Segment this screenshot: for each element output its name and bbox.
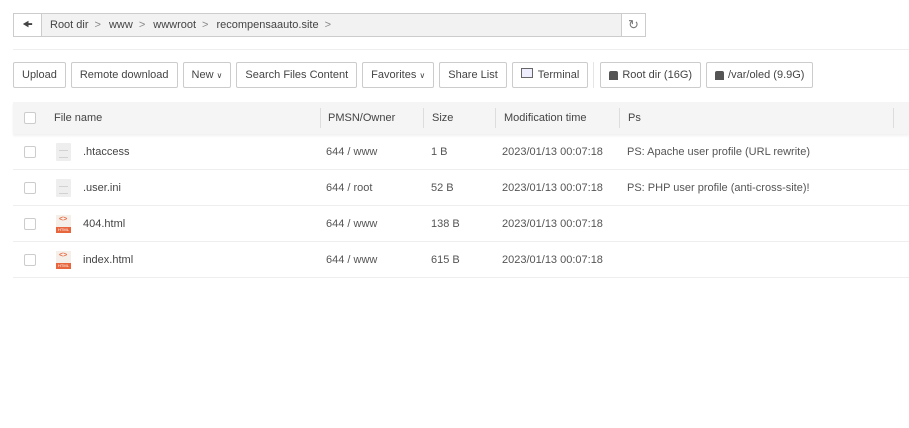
table-header: File name PMSN/Owner Size Modification t… xyxy=(13,102,909,134)
terminal-button[interactable]: Terminal xyxy=(511,62,589,88)
breadcrumb: Root dir > www > wwwroot > recompensaauto.s… xyxy=(42,19,621,31)
file-size: 1 B xyxy=(431,145,448,158)
toolbar: Upload Remote download New ∨ Search Files… xyxy=(13,62,818,88)
file-mtime: 2023/01/13 00:07:18 xyxy=(502,181,603,194)
new-button[interactable]: New ∨ xyxy=(182,62,232,88)
breadcrumb-item[interactable]: recompensaauto.site xyxy=(216,19,318,31)
file-ps[interactable]: PS: PHP user profile (anti-cross-site)! xyxy=(627,170,810,205)
text-file-icon xyxy=(56,143,71,161)
disk-label: Root dir (16G) xyxy=(622,69,693,81)
header-size[interactable]: Size xyxy=(432,102,453,134)
back-button[interactable]: 🠜 xyxy=(14,14,42,36)
file-permission[interactable]: 644 / www xyxy=(326,206,377,241)
breadcrumb-item[interactable]: www xyxy=(109,19,133,31)
html-file-icon: <> HTML xyxy=(56,215,71,233)
favorites-button[interactable]: Favorites ∨ xyxy=(362,62,435,88)
disk-label: /var/oled (9.9G) xyxy=(728,69,805,81)
file-mtime: 2023/01/13 00:07:18 xyxy=(502,145,603,158)
row-checkbox[interactable] xyxy=(24,145,36,158)
chevron-down-icon: ∨ xyxy=(216,70,223,80)
chevron-right-icon: > xyxy=(324,19,332,31)
file-permission[interactable]: 644 / root xyxy=(326,170,372,205)
header-permission[interactable]: PMSN/Owner xyxy=(328,102,395,134)
column-divider xyxy=(495,108,496,128)
file-permission[interactable]: 644 / www xyxy=(326,242,377,277)
file-mtime: 2023/01/13 00:07:18 xyxy=(502,253,603,266)
breadcrumb-item[interactable]: wwwroot xyxy=(153,19,196,31)
file-permission[interactable]: 644 / www xyxy=(326,134,377,169)
disk-root-button[interactable]: Root dir (16G) xyxy=(600,62,702,88)
file-size: 615 B xyxy=(431,253,460,266)
file-table: File name PMSN/Owner Size Modification t… xyxy=(13,102,909,278)
file-name[interactable]: 404.html xyxy=(83,206,125,241)
breadcrumb-item[interactable]: Root dir xyxy=(50,19,89,31)
column-divider xyxy=(619,108,620,128)
file-name[interactable]: .user.ini xyxy=(83,170,121,205)
disk-icon xyxy=(609,70,619,80)
chevron-right-icon: > xyxy=(94,19,101,31)
column-divider xyxy=(423,108,424,128)
header-modification-time[interactable]: Modification time xyxy=(504,102,587,134)
divider xyxy=(13,49,909,50)
terminal-icon xyxy=(520,68,533,78)
file-mtime: 2023/01/13 00:07:18 xyxy=(502,217,603,230)
refresh-icon: ↻ xyxy=(628,17,639,32)
select-all-checkbox[interactable] xyxy=(24,112,36,124)
row-checkbox[interactable] xyxy=(24,181,36,194)
search-files-content-button[interactable]: Search Files Content xyxy=(236,62,358,88)
path-bar: 🠜 Root dir > www > wwwroot > recompensaauto… xyxy=(13,13,646,37)
text-file-icon xyxy=(56,179,71,197)
row-checkbox[interactable] xyxy=(24,217,36,230)
terminal-label: Terminal xyxy=(537,69,580,81)
row-checkbox[interactable] xyxy=(24,253,36,266)
remote-download-button[interactable]: Remote download xyxy=(70,62,178,88)
table-row[interactable]: <> HTML 404.html 644 / www 138 B 2023/01/… xyxy=(13,206,909,242)
new-label: New xyxy=(191,69,214,81)
table-row[interactable]: .user.ini 644 / root 52 B 2023/01/13 00:… xyxy=(13,170,909,206)
column-divider xyxy=(320,108,321,128)
table-row[interactable]: .htaccess 644 / www 1 B 2023/01/13 00:07… xyxy=(13,134,909,170)
html-file-icon: <> HTML xyxy=(56,251,71,269)
favorites-label: Favorites xyxy=(371,69,417,81)
chevron-right-icon: > xyxy=(202,19,209,31)
refresh-button[interactable]: ↻ xyxy=(621,14,645,36)
header-ps: Ps xyxy=(628,112,641,124)
file-size: 52 B xyxy=(431,181,454,194)
file-size: 138 B xyxy=(431,217,460,230)
header-file-name[interactable]: File name xyxy=(54,102,102,134)
disk-icon xyxy=(715,70,725,80)
chevron-down-icon: ∨ xyxy=(419,70,426,80)
divider xyxy=(593,62,595,88)
file-name[interactable]: index.html xyxy=(83,242,133,277)
table-row[interactable]: <> HTML index.html 644 / www 615 B 2023/0… xyxy=(13,242,909,278)
disk-var-oled-button[interactable]: /var/oled (9.9G) xyxy=(706,62,814,88)
column-divider xyxy=(893,108,894,128)
chevron-right-icon: > xyxy=(138,19,146,31)
upload-button[interactable]: Upload xyxy=(13,62,66,88)
file-ps[interactable]: PS: Apache user profile (URL rewrite) xyxy=(627,134,810,169)
file-name[interactable]: .htaccess xyxy=(83,134,129,169)
arrow-left-icon: 🠜 xyxy=(22,16,33,31)
share-list-button[interactable]: Share List xyxy=(439,62,507,88)
